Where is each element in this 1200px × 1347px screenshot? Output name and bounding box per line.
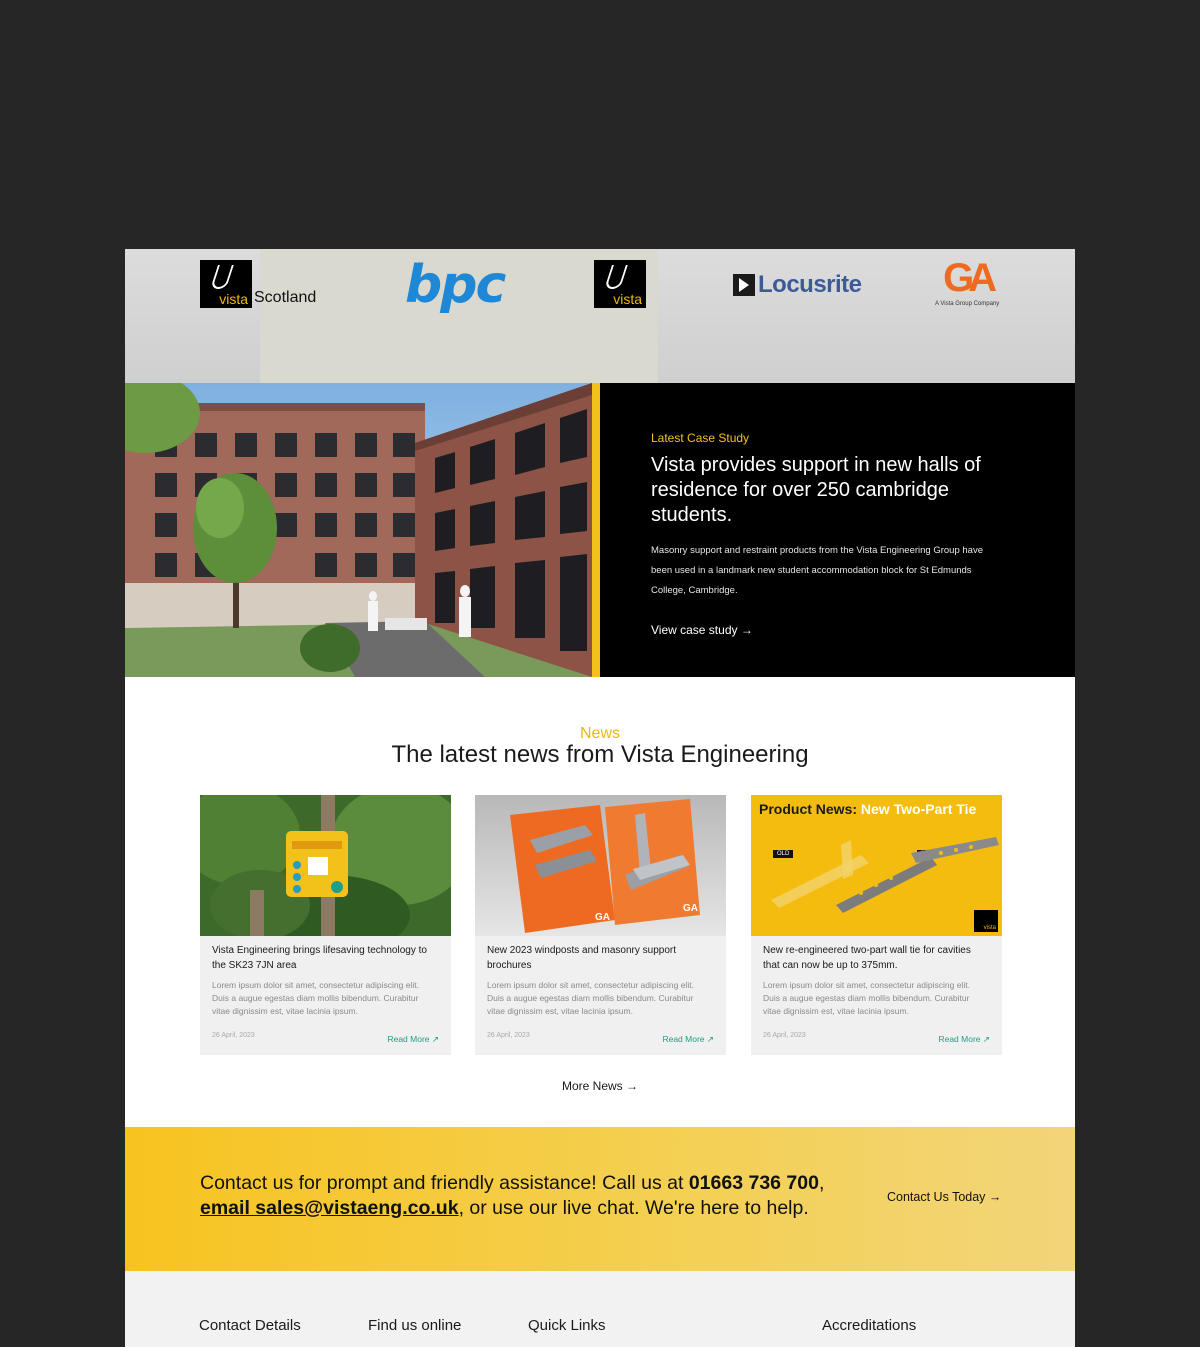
ga-mini-logo: GA	[595, 912, 610, 923]
more-news: More News →	[125, 1079, 1075, 1093]
case-study-tag: Latest Case Study	[651, 431, 750, 445]
email-link[interactable]: email sales@vistaeng.co.uk	[200, 1197, 459, 1219]
footer-heading-accreditations: Accreditations	[822, 1317, 917, 1334]
news-card-date: 26 April, 2023	[763, 1032, 806, 1039]
case-study-section: Latest Case Study Vista provides support…	[125, 383, 1075, 677]
read-more-link[interactable]: Read More ↗	[662, 1034, 714, 1045]
footer-heading-online: Find us online	[368, 1317, 462, 1334]
contact-text: Contact us for prompt and friendly assis…	[200, 1172, 825, 1219]
news-card-excerpt: Lorem ipsum dolor sit amet, consectetur …	[212, 980, 419, 1016]
vista-mark-icon: vista	[594, 260, 646, 308]
read-more-link[interactable]: Read More ↗	[387, 1034, 439, 1045]
contact-banner: Contact us for prompt and friendly assis…	[125, 1127, 1075, 1271]
locusrite-logo[interactable]: Locusrite	[733, 271, 862, 299]
news-card-date: 26 April, 2023	[212, 1032, 255, 1039]
case-study-content: Latest Case Study Vista provides support…	[651, 431, 1001, 639]
news-card-image	[200, 795, 451, 936]
vista-mark-icon: vista	[974, 910, 998, 932]
brand-bar: vista Scotland bpc vista Locusrite GA A …	[125, 249, 1075, 383]
footer-heading-contact: Contact Details	[199, 1317, 301, 1334]
ga-mini-logo: GA	[683, 903, 698, 914]
news-card-excerpt: Lorem ipsum dolor sit amet, consectetur …	[763, 980, 970, 1016]
case-study-title: Vista provides support in new halls of r…	[651, 454, 981, 526]
news-card[interactable]: Vista Engineering brings lifesaving tech…	[200, 795, 451, 1055]
view-case-study-link[interactable]: View case study →	[651, 623, 753, 637]
news-card-date: 26 April, 2023	[487, 1032, 530, 1039]
contact-us-button[interactable]: Contact Us Today →	[887, 1190, 1001, 1204]
vista-mark-icon: vista	[200, 260, 252, 308]
play-arrow-icon	[733, 274, 755, 296]
news-title: The latest news from Vista Engineering	[391, 741, 809, 768]
vista-scotland-logo[interactable]: vista Scotland	[200, 260, 316, 308]
news-card-title: New re-engineered two-part wall tie for …	[763, 945, 971, 971]
case-study-image	[125, 383, 592, 677]
page: vista Scotland bpc vista Locusrite GA A …	[125, 249, 1075, 1347]
accent-bar	[592, 383, 600, 677]
vista-logo[interactable]: vista	[594, 260, 646, 313]
wall-tie-illustration	[771, 837, 999, 913]
news-card-image: GA GA	[475, 795, 726, 936]
ga-logo[interactable]: GA A Vista Group Company	[935, 257, 999, 307]
footer: Contact Details Find us online Quick Lin…	[125, 1271, 1075, 1347]
phone-number[interactable]: 01663 736 700	[689, 1172, 819, 1194]
news-card-image: Product News: New Two-Part Tie OLD New v…	[751, 795, 1002, 936]
case-study-text: Masonry support and restraint products f…	[651, 545, 983, 596]
news-card[interactable]: GA GA New 2023 windposts and masonry sup…	[475, 795, 726, 1055]
more-news-link[interactable]: More News →	[562, 1079, 638, 1093]
bpc-logo[interactable]: bpc	[405, 255, 506, 315]
footer-heading-links: Quick Links	[528, 1317, 606, 1334]
news-card-title: Vista Engineering brings lifesaving tech…	[212, 945, 427, 971]
news-card-excerpt: Lorem ipsum dolor sit amet, consectetur …	[487, 980, 694, 1016]
news-card[interactable]: Product News: New Two-Part Tie OLD New v…	[751, 795, 1002, 1055]
news-card-title: New 2023 windposts and masonry support b…	[487, 945, 676, 971]
read-more-link[interactable]: Read More ↗	[938, 1034, 990, 1045]
